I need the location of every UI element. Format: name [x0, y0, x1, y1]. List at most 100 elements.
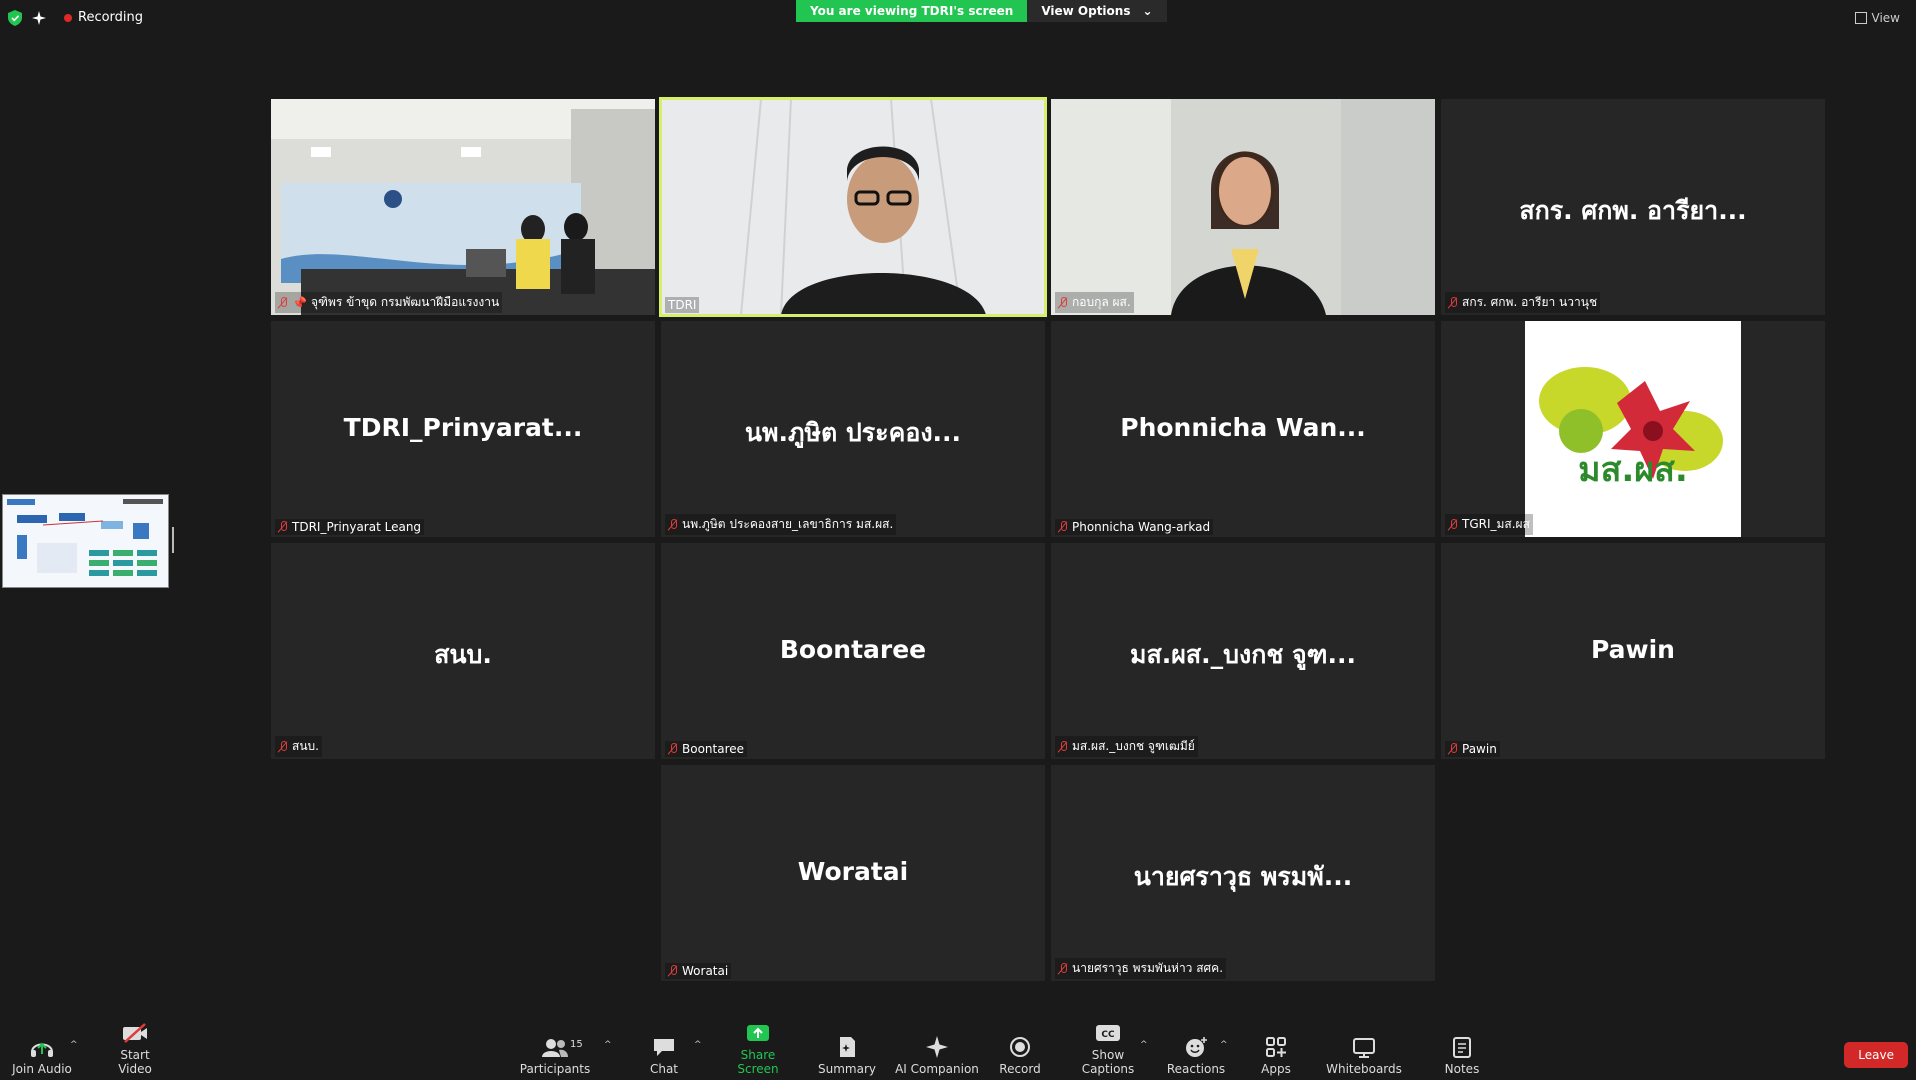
- participant-tile[interactable]: 📌 จุฑิพร ข้าขุด กรมพัฒนาฝีมือแรงงาน: [271, 99, 655, 315]
- ai-companion-label: AI Companion: [895, 1062, 979, 1076]
- shared-screen-thumbnail[interactable]: [2, 494, 169, 588]
- participant-tile[interactable]: Boontaree Boontaree: [661, 543, 1045, 759]
- participant-name: Phonnicha Wang-arkad: [1072, 520, 1211, 534]
- participant-tile[interactable]: สกร. ศกพ. อารียา... สกร. ศกพ. อารียา นวา…: [1441, 99, 1825, 315]
- leave-button[interactable]: Leave: [1844, 1042, 1908, 1068]
- participant-tile[interactable]: มส.ผส. TGRI_มส.ผส: [1441, 321, 1825, 537]
- record-button[interactable]: Record: [996, 1036, 1044, 1076]
- participant-display-name: Woratai: [797, 857, 909, 886]
- participant-display-name: สกร. ศกพ. อารียา...: [1519, 196, 1747, 225]
- participant-tile[interactable]: นายศราวุธ พรมพั... นายศราวุธ พรมพันห่าว …: [1051, 765, 1435, 981]
- participant-display-name: มส.ผส._บงกช จูฑ...: [1130, 640, 1356, 669]
- mic-muted-icon: [278, 296, 288, 309]
- video-off-icon: [123, 1023, 147, 1043]
- recording-label: Recording: [78, 10, 144, 25]
- view-button[interactable]: View: [1854, 11, 1900, 25]
- apps-button[interactable]: Apps: [1254, 1036, 1298, 1076]
- share-screen-label: Share Screen: [737, 1048, 779, 1076]
- record-icon: [1010, 1037, 1030, 1057]
- participant-name: TDRI: [668, 298, 697, 312]
- participant-name: สกร. ศกพ. อารียา นวานุช: [1462, 295, 1598, 309]
- share-banner-text: You are viewing TDRI's screen: [796, 0, 1028, 22]
- mic-muted-icon: [278, 521, 288, 533]
- audio-options-caret-icon[interactable]: ^: [70, 1040, 78, 1050]
- participant-label: นายศราวุธ พรมพันห่าว สศค.: [1055, 958, 1227, 979]
- notes-icon: [1453, 1037, 1471, 1058]
- reactions-caret-icon[interactable]: ^: [1220, 1040, 1228, 1050]
- sparkle-icon[interactable]: [32, 10, 46, 25]
- participants-caret-icon[interactable]: ^: [604, 1040, 612, 1050]
- mic-muted-icon: [1448, 518, 1458, 531]
- participant-tile[interactable]: TDRI_Prinyarat... TDRI_Prinyarat Leang: [271, 321, 655, 537]
- participant-tile[interactable]: สนบ. สนบ.: [271, 543, 655, 759]
- mic-muted-icon: [668, 743, 678, 755]
- view-options-label: View Options: [1041, 4, 1131, 18]
- reactions-label: Reactions: [1166, 1062, 1226, 1076]
- participants-count: 15: [570, 1039, 583, 1050]
- view-label: View: [1871, 11, 1900, 25]
- grid-view-icon: [1854, 12, 1867, 24]
- mic-muted-icon: [1448, 743, 1458, 755]
- participant-label: กอบกุล ผส.: [1055, 292, 1134, 313]
- participant-name: Boontaree: [682, 742, 745, 756]
- view-options-button[interactable]: View Options ⌄: [1027, 0, 1167, 22]
- participant-label: นพ.ภูษิต ประคองสาย_เลขาธิการ มส.ผส.: [665, 514, 897, 535]
- mic-muted-icon: [1058, 296, 1068, 309]
- participant-tile-active-speaker[interactable]: TDRI: [659, 97, 1047, 317]
- summary-document-icon: [840, 1037, 855, 1057]
- participant-display-name: นพ.ภูษิต ประคอง...: [744, 418, 962, 447]
- participant-name: มส.ผส._บงกช จูฑเฒมีย์: [1072, 739, 1195, 753]
- participant-name: TDRI_Prinyarat Leang: [292, 520, 422, 534]
- participant-label: Phonnicha Wang-arkad: [1055, 519, 1214, 535]
- share-screen-icon: [747, 1025, 769, 1041]
- participant-name: กอบกุล ผส.: [1072, 295, 1131, 309]
- thumbnail-drag-handle[interactable]: [172, 527, 174, 553]
- share-screen-button[interactable]: Share Screen: [720, 1022, 796, 1076]
- mic-muted-icon: [278, 740, 288, 753]
- whiteboard-icon: [1353, 1038, 1375, 1058]
- organization-logo: มส.ผส.: [1525, 321, 1741, 537]
- participant-tile[interactable]: กอบกุล ผส.: [1051, 99, 1435, 315]
- participants-icon: [542, 1039, 568, 1057]
- screen-share-banner: You are viewing TDRI's screen View Optio…: [796, 0, 1167, 22]
- summary-button[interactable]: Summary: [816, 1036, 878, 1076]
- recording-indicator[interactable]: Recording: [56, 8, 151, 27]
- captions-caret-icon[interactable]: ^: [1140, 1040, 1148, 1050]
- ai-companion-button[interactable]: AI Companion: [894, 1036, 980, 1076]
- participant-name: นพ.ภูษิต ประคองสาย_เลขาธิการ มส.ผส.: [682, 517, 894, 531]
- participant-display-name: นายศราวุธ พรมพั...: [1133, 862, 1353, 891]
- participant-display-name: สนบ.: [434, 640, 492, 669]
- security-shield-icon[interactable]: [8, 9, 22, 26]
- participant-tile[interactable]: มส.ผส._บงกช จูฑ... มส.ผส._บงกช จูฑเฒมีย์: [1051, 543, 1435, 759]
- apps-grid-icon: [1266, 1037, 1286, 1057]
- notes-button[interactable]: Notes: [1438, 1036, 1486, 1076]
- participant-display-name: Phonnicha Wan...: [1120, 413, 1366, 442]
- record-label: Record: [999, 1062, 1041, 1076]
- chat-button[interactable]: Chat: [640, 1036, 688, 1076]
- reactions-button[interactable]: Reactions: [1164, 1036, 1228, 1076]
- participant-display-name: Boontaree: [779, 635, 927, 664]
- chat-caret-icon[interactable]: ^: [694, 1040, 702, 1050]
- video-conference-room: [271, 99, 655, 315]
- participant-tile[interactable]: นพ.ภูษิต ประคอง... นพ.ภูษิต ประคองสาย_เล…: [661, 321, 1045, 537]
- mic-muted-icon: [1058, 521, 1068, 533]
- apps-label: Apps: [1261, 1062, 1291, 1076]
- start-video-button[interactable]: Start Video: [102, 1022, 168, 1076]
- participant-tile[interactable]: Pawin Pawin: [1441, 543, 1825, 759]
- whiteboards-button[interactable]: Whiteboards: [1324, 1036, 1404, 1076]
- show-captions-button[interactable]: CC Show Captions: [1066, 1022, 1150, 1076]
- whiteboards-label: Whiteboards: [1326, 1062, 1402, 1076]
- participant-label: 📌 จุฑิพร ข้าขุด กรมพัฒนาฝีมือแรงงาน: [275, 292, 503, 313]
- participant-tile[interactable]: Woratai Woratai: [661, 765, 1045, 981]
- video-speaker: [661, 99, 1045, 315]
- participant-tile[interactable]: Phonnicha Wan... Phonnicha Wang-arkad: [1051, 321, 1435, 537]
- notes-label: Notes: [1444, 1062, 1480, 1076]
- participant-label: Woratai: [665, 963, 732, 979]
- participant-label: Boontaree: [665, 741, 748, 757]
- participants-label: Participants: [519, 1062, 591, 1076]
- mic-muted-icon: [1448, 296, 1458, 309]
- meeting-toolbar: Join Audio ^ Start Video Participants 15…: [0, 1022, 1916, 1080]
- summary-label: Summary: [818, 1062, 876, 1076]
- join-audio-button[interactable]: Join Audio: [12, 1036, 72, 1076]
- logo-text: มส.ผส.: [1578, 450, 1688, 490]
